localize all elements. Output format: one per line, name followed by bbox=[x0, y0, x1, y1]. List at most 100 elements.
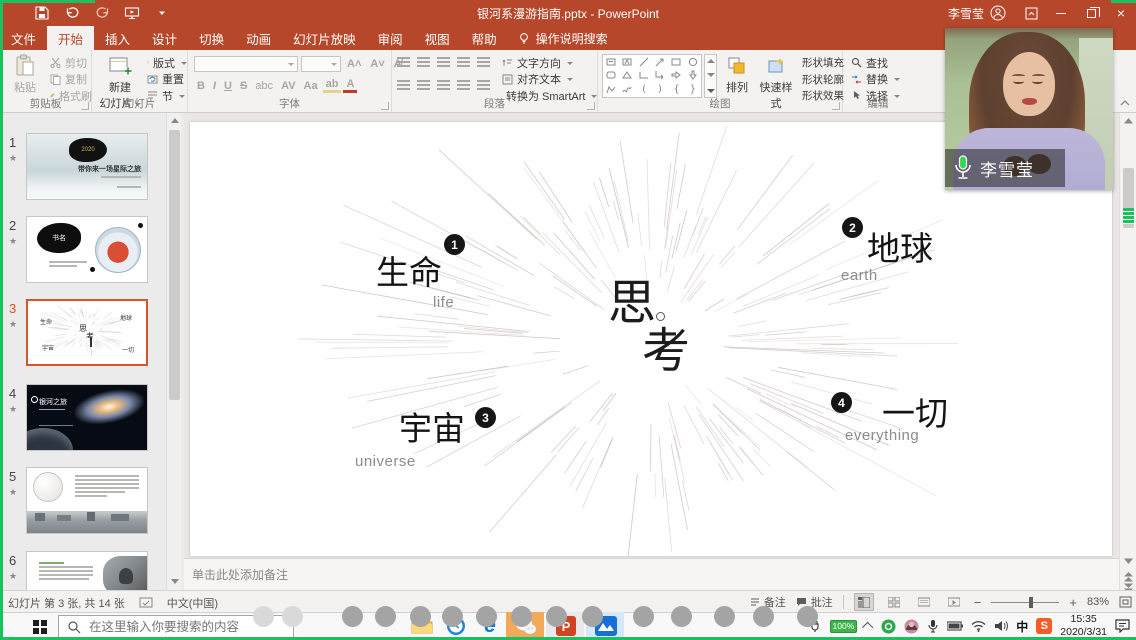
slide-thumbnail-1[interactable]: 2020 带你来一场星际之旅 bbox=[26, 133, 148, 200]
justify-button[interactable] bbox=[457, 80, 470, 90]
antivirus-tray-icon[interactable] bbox=[881, 619, 896, 634]
restore-button[interactable] bbox=[1076, 0, 1106, 26]
slide-thumbnail-6[interactable] bbox=[26, 551, 148, 590]
change-case-button[interactable]: Aa bbox=[301, 80, 321, 92]
align-right-button[interactable] bbox=[437, 80, 450, 90]
line-spacing-button[interactable] bbox=[477, 57, 490, 67]
notes-placeholder[interactable]: 单击此处添加备注 bbox=[192, 566, 288, 583]
webcam-overlay[interactable]: 李雪莹 bbox=[945, 28, 1113, 190]
clock[interactable]: 15:35 2020/3/31 bbox=[1060, 613, 1107, 638]
columns-button[interactable] bbox=[477, 80, 490, 90]
zoom-slider[interactable] bbox=[991, 602, 1059, 603]
start-slideshow-icon[interactable] bbox=[124, 5, 140, 21]
volume-tray-icon[interactable] bbox=[994, 620, 1008, 632]
tab-transitions[interactable]: 切换 bbox=[188, 26, 235, 50]
character-spacing-button[interactable]: AV bbox=[278, 80, 298, 92]
ribbon-display-options-button[interactable] bbox=[1016, 0, 1046, 26]
normal-view-button[interactable] bbox=[854, 593, 874, 611]
slide-center-text-kao[interactable]: 考 bbox=[642, 328, 690, 376]
slide-show-view-button[interactable] bbox=[944, 593, 964, 611]
topic-badge-1[interactable]: 1 bbox=[444, 234, 465, 255]
topic-zh-everything[interactable]: 一切 bbox=[882, 397, 948, 430]
reset-button[interactable]: 重置 bbox=[147, 72, 187, 87]
grow-font-button[interactable]: A˄ bbox=[344, 58, 364, 70]
tab-slideshow[interactable]: 幻灯片放映 bbox=[282, 26, 367, 50]
user-avatar-tray-icon[interactable] bbox=[904, 619, 919, 634]
accessibility-check-icon[interactable] bbox=[139, 597, 153, 609]
slide-thumbnail-2[interactable]: 书名 bbox=[26, 216, 148, 283]
slide-sorter-view-button[interactable] bbox=[884, 593, 904, 611]
paragraph-dialog-launcher[interactable] bbox=[587, 102, 595, 110]
topic-badge-2[interactable]: 2 bbox=[842, 217, 863, 238]
action-center-icon[interactable] bbox=[1115, 619, 1130, 633]
save-icon[interactable] bbox=[34, 5, 50, 21]
underline-button[interactable]: U bbox=[221, 80, 235, 92]
drawing-dialog-launcher[interactable] bbox=[832, 102, 840, 110]
topic-en-life[interactable]: life bbox=[433, 294, 454, 311]
thumb-scroll-up-button[interactable] bbox=[168, 114, 181, 128]
shapes-gallery-scroll[interactable] bbox=[704, 54, 717, 98]
tab-help[interactable]: 帮助 bbox=[461, 26, 508, 50]
customize-qat-icon[interactable] bbox=[154, 5, 170, 21]
zoom-slider-thumb[interactable] bbox=[1029, 597, 1033, 608]
topic-en-earth[interactable]: earth bbox=[841, 267, 878, 284]
replace-button[interactable]: 替换 bbox=[851, 72, 911, 87]
increase-indent-button[interactable] bbox=[457, 57, 470, 67]
signed-in-user[interactable]: 李雪莹 bbox=[948, 5, 1006, 22]
scroll-down-button[interactable] bbox=[1120, 553, 1136, 569]
topic-badge-3[interactable]: 3 bbox=[475, 407, 496, 428]
font-name-combo[interactable] bbox=[194, 56, 298, 72]
notes-pane[interactable]: 单击此处添加备注 bbox=[184, 558, 1119, 590]
arrange-button[interactable]: 排列 bbox=[720, 53, 754, 95]
wifi-tray-icon[interactable] bbox=[971, 621, 986, 632]
numbering-button[interactable] bbox=[417, 57, 430, 67]
tray-overflow-chevron-icon[interactable] bbox=[862, 622, 873, 633]
bullets-button[interactable] bbox=[397, 57, 410, 67]
zoom-in-button[interactable]: + bbox=[1069, 595, 1077, 610]
start-button[interactable] bbox=[30, 618, 50, 636]
slide-thumbnail-3-selected[interactable]: 思 考 生命 地球 宇宙 一切 bbox=[26, 299, 148, 366]
tab-home[interactable]: 开始 bbox=[47, 26, 94, 50]
strikethrough-button[interactable]: S bbox=[237, 80, 250, 92]
topic-zh-universe[interactable]: 宇宙 bbox=[399, 412, 465, 445]
sogou-ime-icon[interactable]: S bbox=[1036, 618, 1052, 634]
highlight-color-button[interactable]: ab bbox=[323, 78, 342, 93]
tell-me-search[interactable]: 操作说明搜索 bbox=[508, 26, 618, 50]
layout-button[interactable]: 版式 bbox=[147, 55, 187, 70]
font-color-button[interactable]: A bbox=[343, 78, 357, 93]
undo-icon[interactable] bbox=[64, 5, 80, 21]
ime-indicator[interactable]: 中 bbox=[1016, 618, 1028, 635]
topic-en-everything[interactable]: everything bbox=[845, 427, 919, 444]
topic-en-universe[interactable]: universe bbox=[355, 453, 416, 470]
tab-view[interactable]: 视图 bbox=[414, 26, 461, 50]
search-input[interactable] bbox=[89, 620, 279, 634]
minimize-button[interactable] bbox=[1046, 0, 1076, 26]
align-center-button[interactable] bbox=[417, 80, 430, 90]
thumb-scroll-down-button[interactable] bbox=[168, 575, 181, 589]
thumbnail-scroll-thumb[interactable] bbox=[169, 130, 180, 400]
zoom-level[interactable]: 83% bbox=[1087, 596, 1109, 608]
font-dialog-launcher[interactable] bbox=[381, 102, 389, 110]
tab-insert[interactable]: 插入 bbox=[94, 26, 141, 50]
italic-button[interactable]: I bbox=[210, 80, 219, 92]
clipboard-dialog-launcher[interactable] bbox=[81, 102, 89, 110]
shape-fill-button[interactable]: 形状填充 bbox=[798, 55, 842, 70]
slide-thumbnail-4[interactable]: 银河之旅 bbox=[26, 384, 148, 451]
zoom-out-button[interactable]: − bbox=[974, 595, 982, 610]
bold-button[interactable]: B bbox=[194, 80, 208, 92]
reading-view-button[interactable] bbox=[914, 593, 934, 611]
thumbnail-scrollbar[interactable] bbox=[166, 113, 181, 590]
slide-thumbnail-5[interactable] bbox=[26, 467, 148, 534]
close-button[interactable]: × bbox=[1106, 0, 1136, 26]
copy-button[interactable]: 复制 bbox=[50, 72, 92, 87]
shape-outline-button[interactable]: 形状轮廓 bbox=[798, 72, 842, 87]
language-indicator[interactable]: 中文(中国) bbox=[167, 595, 218, 611]
battery-percent-badge[interactable]: 100% bbox=[830, 620, 858, 633]
topic-zh-earth[interactable]: 地球 bbox=[867, 232, 933, 265]
shrink-font-button[interactable]: A˅ bbox=[367, 58, 387, 70]
text-direction-button[interactable]: 文字方向 bbox=[502, 55, 597, 70]
align-text-button[interactable]: 对齐文本 bbox=[502, 72, 597, 87]
tab-review[interactable]: 审阅 bbox=[367, 26, 414, 50]
fit-to-window-icon[interactable] bbox=[1119, 596, 1132, 608]
paste-button[interactable]: 粘贴 bbox=[2, 53, 48, 95]
